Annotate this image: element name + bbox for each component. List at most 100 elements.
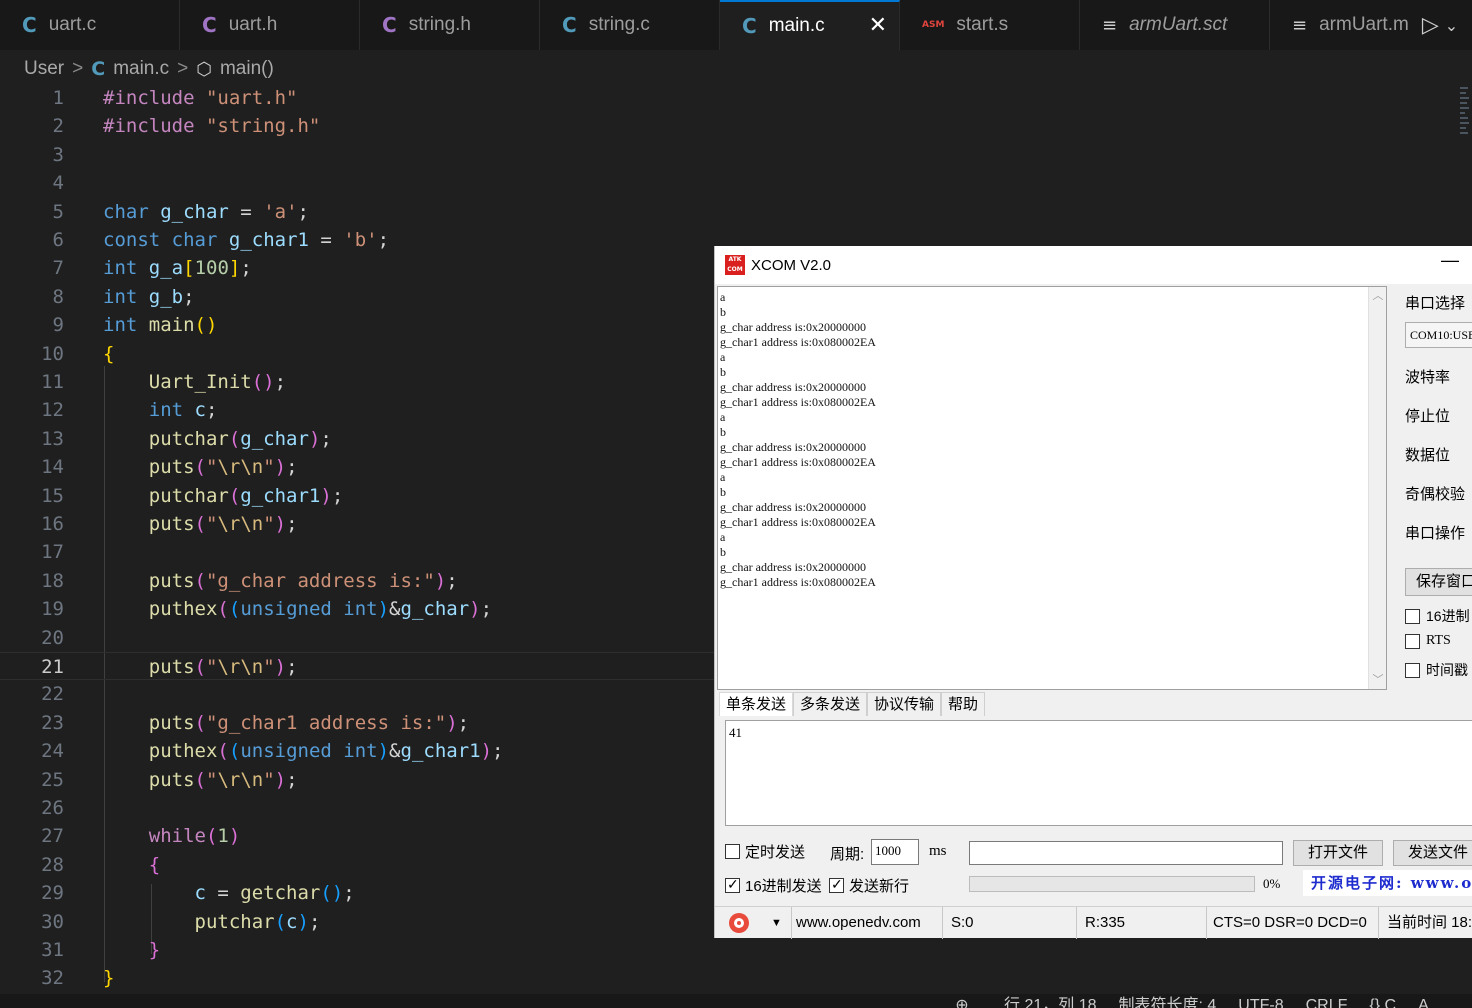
c-header-icon: C [202, 13, 217, 37]
code-line: 11 Uart_Init(); [41, 371, 287, 393]
checkbox-box[interactable] [1405, 662, 1420, 678]
scroll-up-icon[interactable]: ︿ [1369, 287, 1386, 305]
code-line: 3 [52, 143, 64, 166]
period-label: 周期: [830, 846, 865, 863]
c-file-icon: C [742, 14, 757, 38]
code-line: 18 puts("g_char address is:"); [41, 569, 458, 592]
code-line: 15 putchar(g_char1); [41, 484, 344, 507]
checkbox-box[interactable] [1405, 608, 1420, 624]
stop-bits-label: 停止位 [1405, 408, 1451, 425]
status-sent: S:0 [947, 907, 1077, 939]
tab-label: uart.h [228, 14, 278, 35]
tab-label: main.c [768, 15, 825, 36]
status-eol[interactable]: CRLF [1306, 994, 1348, 1008]
xcom-titlebar[interactable]: ATK COM XCOM V2.0 — [715, 246, 1472, 284]
xcom-status-bar: ▼ www.openedv.com S:0 R:335 CTS=0 DSR=0 … [715, 906, 1472, 939]
scroll-down-icon[interactable]: ﹀ [1369, 671, 1386, 689]
code-line: 17 [41, 541, 64, 564]
window-title: XCOM V2.0 [751, 256, 832, 274]
serial-settings-panel: 串口选择 COM10:USB 波特率 停止位 数据位 奇偶校验 串口操作 保存窗… [1405, 286, 1472, 686]
tab-protocol[interactable]: 协议传输 [867, 692, 942, 716]
tab-start-s[interactable]: ASM start.s [900, 0, 1080, 50]
status-extra[interactable]: A [1418, 994, 1429, 1008]
breadcrumb-folder[interactable]: User [24, 58, 64, 80]
promo-banner[interactable]: 开源电子网: www.openedv.com [1303, 870, 1472, 896]
checkbox-box[interactable] [725, 844, 740, 859]
checkbox-box[interactable] [829, 876, 844, 893]
target-icon[interactable] [729, 913, 749, 933]
status-url[interactable]: www.openedv.com [791, 907, 943, 939]
status-position[interactable]: 行 21，列 18 [1004, 994, 1097, 1008]
run-icon[interactable]: ▷ [1422, 13, 1439, 38]
checkbox-box[interactable] [725, 876, 740, 893]
timestamp-checkbox[interactable]: 时间戳 [1405, 660, 1468, 680]
data-bits-label: 数据位 [1405, 447, 1451, 464]
code-line: 24 puthex((unsigned int)&g_char1); [41, 740, 504, 763]
progress-percent: 0% [1263, 876, 1281, 891]
status-language[interactable]: {} C [1369, 994, 1396, 1008]
timed-send-checkbox[interactable]: 定时发送 [725, 841, 805, 862]
status-encoding[interactable]: UTF-8 [1238, 994, 1283, 1008]
tab-main-c[interactable]: C main.c ✕ [720, 0, 900, 50]
tab-string-h[interactable]: C string.h [360, 0, 540, 50]
code-line: 20 [41, 626, 64, 649]
code-line: 7 int g_a[100]; [52, 257, 252, 280]
checkbox-label: 16进制发送 [745, 878, 822, 895]
close-icon[interactable]: ✕ [869, 14, 887, 36]
code-line: 32} [41, 967, 115, 990]
chevron-right-icon: > [177, 58, 189, 79]
checkbox-label: 16进制 [1426, 608, 1470, 624]
code-line: 12 int c; [41, 399, 218, 422]
tab-label: string.c [588, 14, 650, 35]
send-flags-row: 16进制发送 发送新行 0% 开源电子网: www.openedv.com [725, 870, 1472, 900]
hex-display-checkbox[interactable]: 16进制 [1405, 606, 1470, 626]
minimize-button[interactable]: — [1441, 250, 1459, 271]
period-input[interactable]: 1000 [871, 839, 919, 865]
tab-help[interactable]: 帮助 [941, 692, 986, 716]
minimap[interactable] [1458, 84, 1472, 174]
breadcrumb-symbol[interactable]: main() [220, 58, 274, 80]
tab-label: armUart.m [1319, 14, 1409, 35]
breadcrumb: User > C main.c > ⬡ main() [24, 54, 274, 84]
code-line: 14 puts("\r\n"); [41, 456, 298, 479]
send-input[interactable]: 41 [725, 720, 1472, 826]
xcom-window: ATK COM XCOM V2.0 — a b g_char address is… [714, 246, 1472, 939]
code-line: 25 puts("\r\n"); [41, 768, 298, 791]
file-path-input[interactable] [969, 841, 1283, 865]
tab-multi-send[interactable]: 多条发送 [793, 692, 868, 716]
tab-string-c[interactable]: C string.c [540, 0, 720, 50]
save-window-button[interactable]: 保存窗口 [1405, 568, 1472, 596]
editor-tab-bar: C uart.c C uart.h C string.h C string.c … [0, 0, 1472, 50]
period-unit: ms [929, 843, 947, 859]
status-received: R:335 [1081, 907, 1207, 939]
hex-send-checkbox[interactable]: 16进制发送 [725, 875, 822, 896]
tab-label: uart.c [48, 14, 97, 35]
port-select-dropdown[interactable]: COM10:USB [1405, 322, 1472, 348]
chevron-down-icon[interactable]: ⌄ [1445, 16, 1458, 35]
bell-icon[interactable]: ⊕ [942, 994, 982, 1008]
receive-scrollbar[interactable]: ︿ ﹀ [1368, 287, 1386, 689]
breadcrumb-file[interactable]: main.c [113, 58, 169, 80]
rts-checkbox[interactable]: RTS [1405, 633, 1451, 649]
checkbox-box[interactable] [1405, 633, 1420, 649]
c-file-icon: C [562, 13, 577, 37]
send-file-button[interactable]: 发送文件 [1393, 840, 1472, 866]
parity-label: 奇偶校验 [1405, 486, 1466, 503]
tab-uart-h[interactable]: C uart.h [180, 0, 360, 50]
tab-single-send[interactable]: 单条发送 [719, 692, 794, 716]
c-file-icon: C [91, 58, 106, 80]
send-newline-checkbox[interactable]: 发送新行 [829, 875, 909, 896]
status-tab-size[interactable]: 制表符长度: 4 [1119, 994, 1217, 1008]
tab-armuart-sct[interactable]: ≡ armUart.sct [1080, 0, 1270, 50]
dropdown-arrow-icon[interactable]: ▼ [771, 907, 782, 939]
code-line: 27 while(1) [41, 825, 241, 848]
code-line-current: 21 puts("\r\n"); [0, 652, 714, 680]
receive-area[interactable]: a b g_char address is:0x20000000 g_char1… [717, 286, 1387, 690]
open-file-button[interactable]: 打开文件 [1293, 840, 1383, 866]
tab-armuart-m[interactable]: ≡ armUart.m [1270, 0, 1410, 50]
text-file-icon: ≡ [1292, 14, 1308, 36]
tab-uart-c[interactable]: C uart.c [0, 0, 180, 50]
code-line: 16 puts("\r\n"); [41, 513, 298, 535]
send-mode-tabs: 单条发送 多条发送 协议传输 帮助 [719, 692, 986, 716]
code-line: 10{ [41, 342, 115, 365]
